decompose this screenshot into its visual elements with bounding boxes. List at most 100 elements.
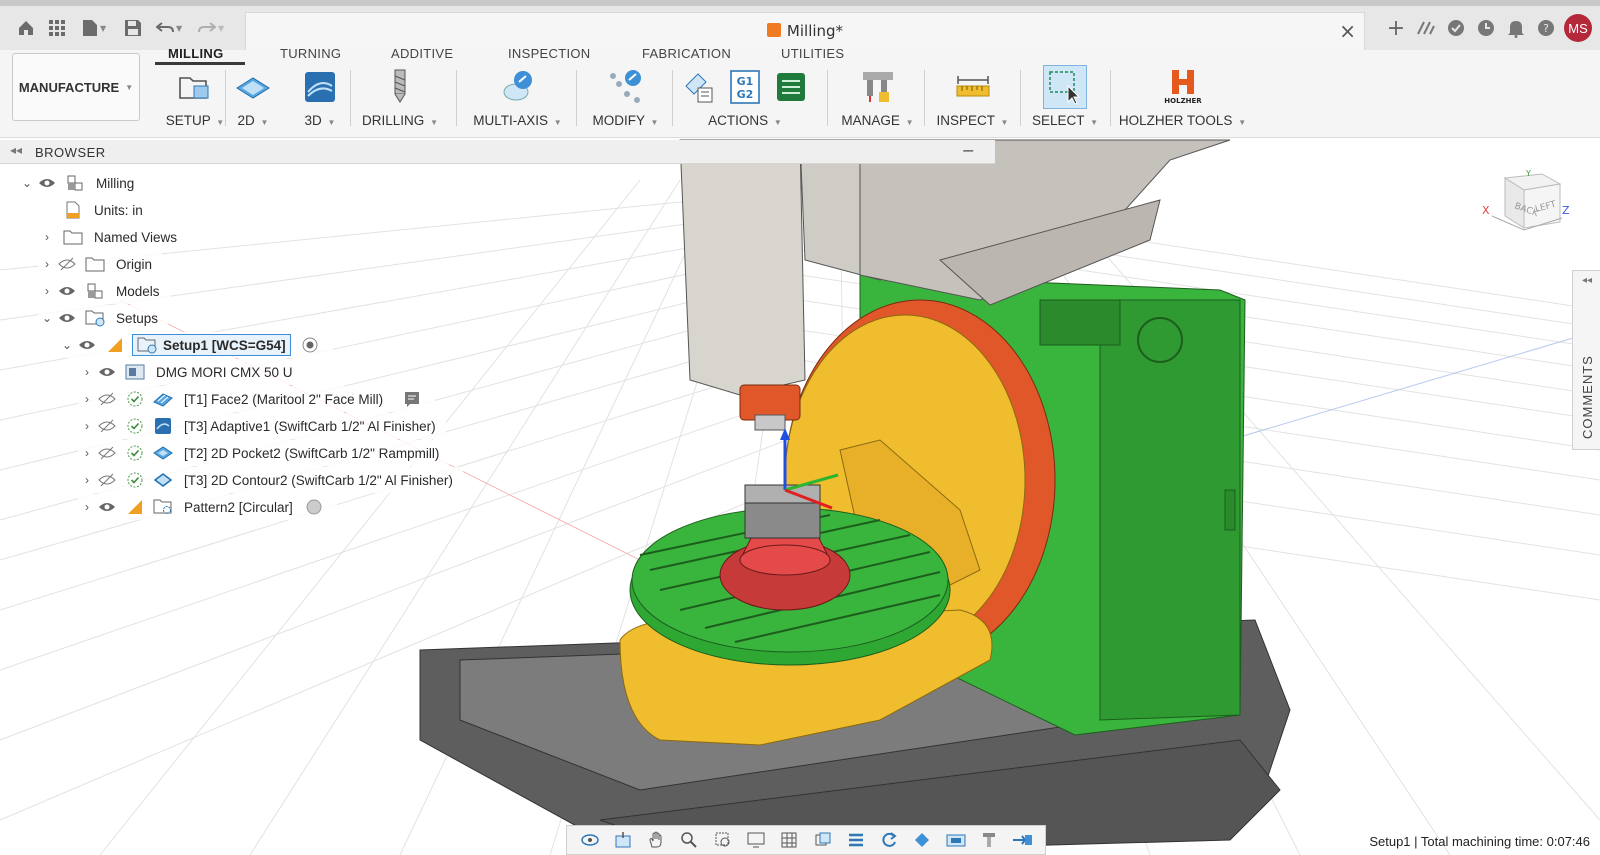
chevron-right-icon[interactable]: › [38,230,56,244]
camera-button[interactable] [945,830,967,850]
home-button[interactable] [16,12,36,44]
actions-group[interactable]: G1 G2 ACTIONS ▼ [680,68,810,132]
tree-item-adaptive1[interactable]: › [T3] Adaptive1 (SwiftCarb 1/2" Al Fini… [78,413,446,439]
zoom-button[interactable] [678,830,700,850]
holzher-tools-group[interactable]: HOLZHER HOLZHER TOOLS ▼ [1119,68,1246,132]
close-tab-button[interactable]: × [1339,19,1356,43]
tree-item-setups[interactable]: ⌄ Setups [38,305,169,331]
tab-utilities[interactable]: UTILITIES [781,46,844,61]
radio-active-icon[interactable] [299,335,321,355]
fit-button[interactable] [712,830,734,850]
manage-group[interactable]: MANAGE ▼ [840,68,915,132]
view-cube[interactable]: BACK LEFT X Y Z [1480,169,1570,240]
chevron-right-icon[interactable]: › [38,284,56,298]
3d-group[interactable]: 3D ▼ [295,68,345,132]
tree-item-2d-pocket2[interactable]: › [T2] 2D Pocket2 (SwiftCarb 1/2" Rampmi… [78,440,450,466]
eye-icon[interactable] [56,281,78,301]
tab-milling[interactable]: MILLING [168,46,224,61]
eye-icon[interactable] [96,497,118,517]
tree-item-models[interactable]: › Models [38,278,170,304]
eye-hidden-icon[interactable] [96,389,118,409]
chevron-right-icon[interactable]: › [78,500,96,514]
chevron-right-icon[interactable]: › [78,446,96,460]
expand-panel-icon[interactable]: ◂◂ [1582,275,1592,286]
tree-item-pattern2[interactable]: › Pattern2 [Circular] [78,494,337,520]
drilling-group[interactable]: DRILLING ▼ [360,68,440,132]
chevron-down-icon[interactable]: ⌄ [58,338,76,352]
comments-panel[interactable]: ◂◂ COMMENTS [1572,270,1600,450]
chevron-down-icon[interactable]: ⌄ [18,176,36,190]
undo-button[interactable]: ▼ [156,12,182,44]
machine-icon [124,362,146,382]
eye-hidden-icon[interactable] [96,443,118,463]
tree-item-origin[interactable]: › Origin [38,251,163,277]
browser-header[interactable]: ◂◂ BROWSER − [0,140,995,164]
orbit-button[interactable] [579,830,601,850]
multi-axis-icon [499,68,537,106]
help-button[interactable]: ? [1534,16,1558,40]
chevron-down-icon[interactable]: ⌄ [38,311,56,325]
tab-inspection[interactable]: INSPECTION [508,46,590,61]
collapse-panel-icon[interactable]: ◂◂ [10,143,22,157]
setup-group[interactable]: SETUP ▼ [150,68,240,132]
inspect-group[interactable]: INSPECT ▼ [935,68,1010,132]
document-tab[interactable]: Milling* × [245,12,1365,50]
tab-additive[interactable]: ADDITIVE [391,46,453,61]
minimize-panel-button[interactable]: − [962,141,975,160]
chevron-right-icon[interactable]: › [38,257,56,271]
tree-item-named-views[interactable]: › Named Views [38,224,188,250]
radio-icon[interactable] [303,497,325,517]
chevron-down-icon: ▼ [553,118,562,127]
tree-item-setup1[interactable]: ⌄ Setup1 [WCS=G54] [58,332,333,358]
refresh-button[interactable] [878,830,900,850]
user-avatar[interactable]: MS [1564,14,1592,42]
stock-button[interactable] [845,830,867,850]
select-group[interactable]: SELECT ▼ [1030,65,1100,132]
grid-settings-button[interactable] [778,830,800,850]
file-menu-button[interactable]: ▼ [82,12,106,44]
tab-fabrication[interactable]: FABRICATION [642,46,731,61]
home-icon [19,21,33,35]
new-tab-button[interactable]: + [1384,16,1408,41]
note-icon[interactable] [401,389,423,409]
eye-icon[interactable] [36,173,58,193]
display-settings-button[interactable] [745,830,767,850]
chevron-down-icon: ▼ [1090,118,1098,127]
eye-hidden-icon[interactable] [56,254,78,274]
tree-item-machine[interactable]: › DMG MORI CMX 50 U [78,359,303,385]
setup-icon [176,68,214,106]
tree-item-milling[interactable]: ⌄ Milling [18,170,145,196]
chevron-right-icon[interactable]: › [78,419,96,433]
save-icon [125,20,141,36]
fusion-manufacture-window: ▼ ▼ ▼ Milling* × + ? MS MANUFACTURE ▼ MI… [0,0,1600,855]
chevron-right-icon[interactable]: › [78,365,96,379]
look-at-button[interactable] [612,830,634,850]
chevron-right-icon[interactable]: › [78,392,96,406]
eye-icon[interactable] [76,335,98,355]
data-panel-button[interactable] [48,12,66,44]
workspace-switcher[interactable]: MANUFACTURE ▼ [12,53,140,121]
modify-group[interactable]: MODIFY ▼ [588,68,663,132]
job-status-button[interactable] [1444,16,1468,40]
notifications-button[interactable] [1504,16,1528,40]
tab-turning[interactable]: TURNING [280,46,341,61]
simulation-button[interactable] [1011,830,1033,850]
2d-group[interactable]: 2D ▼ [228,68,278,132]
tree-item-face2[interactable]: › [T1] Face2 (Maritool 2" Face Mill) [78,386,436,412]
extensions-button[interactable] [1414,16,1438,40]
viewports-button[interactable] [812,830,834,850]
redo-button[interactable]: ▼ [198,12,224,44]
tree-item-2d-contour2[interactable]: › [T3] 2D Contour2 (SwiftCarb 1/2" Al Fi… [78,467,463,493]
shaded-button[interactable] [911,830,933,850]
eye-hidden-icon[interactable] [96,416,118,436]
save-button[interactable] [124,12,142,44]
eye-icon[interactable] [96,362,118,382]
tree-item-units[interactable]: Units: in [62,197,153,223]
chevron-right-icon[interactable]: › [78,473,96,487]
multi-axis-group[interactable]: MULTI-AXIS ▼ [470,68,565,132]
eye-icon[interactable] [56,308,78,328]
pan-button[interactable] [645,830,667,850]
eye-hidden-icon[interactable] [96,470,118,490]
history-button[interactable] [1474,16,1498,40]
tool-display-button[interactable] [978,830,1000,850]
